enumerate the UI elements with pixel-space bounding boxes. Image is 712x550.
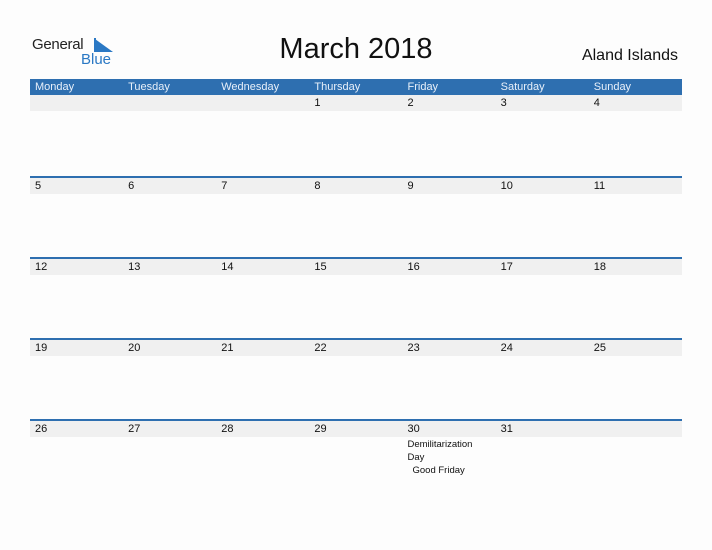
day-number: 31 [500, 423, 513, 435]
day-cell: 12 [30, 259, 123, 275]
day-number: 16 [407, 261, 420, 273]
day-cell: 2 [403, 95, 496, 111]
day-cell: 31 [496, 421, 589, 477]
day-cell: 23 [403, 340, 496, 356]
day-cell: 15 [309, 259, 402, 275]
day-number: 5 [35, 180, 42, 192]
week-cells: 5 6 7 8 9 10 11 [30, 178, 682, 194]
weekday-header: Monday Tuesday Wednesday Thursday Friday… [30, 79, 682, 95]
day-cell: 4 [589, 95, 682, 111]
weekday-thursday: Thursday [314, 81, 361, 93]
holiday-event: Demilitarization Day [407, 439, 473, 463]
day-cell: 19 [30, 340, 123, 356]
weekday-saturday: Saturday [500, 81, 545, 93]
day-number: 20 [128, 342, 141, 354]
day-cell: 22 [309, 340, 402, 356]
day-number: 27 [128, 423, 141, 435]
day-cell: 3 [496, 95, 589, 111]
day-cell: 16 [403, 259, 496, 275]
day-number: 13 [128, 261, 141, 273]
day-cell: 21 [216, 340, 309, 356]
weekday-tuesday: Tuesday [128, 81, 170, 93]
day-cell: 18 [589, 259, 682, 275]
day-number: 15 [314, 261, 327, 273]
day-cell: 27 [123, 421, 216, 477]
day-number: 22 [314, 342, 327, 354]
holiday-event: Good Friday [412, 465, 465, 476]
week-cells: 1 2 3 4 [30, 95, 682, 111]
day-cell [123, 95, 216, 111]
day-cell: 24 [496, 340, 589, 356]
day-cell [589, 421, 682, 477]
day-cell [216, 95, 309, 111]
weekday-sunday: Sunday [593, 81, 632, 93]
day-cell: 29 [309, 421, 402, 477]
day-cell: 7 [216, 178, 309, 194]
day-cell: 11 [589, 178, 682, 194]
day-cell: 13 [123, 259, 216, 275]
day-cell: 5 [30, 178, 123, 194]
day-number [128, 95, 216, 111]
day-number: 29 [314, 423, 327, 435]
day-number: 1 [314, 97, 321, 109]
week-row: 1 2 3 4 [30, 95, 682, 176]
week-cells: 12 13 14 15 16 17 18 [30, 259, 682, 275]
day-number: 11 [593, 180, 606, 192]
day-cell: 6 [123, 178, 216, 194]
day-cell: 8 [309, 178, 402, 194]
weeks-container: 1 2 3 4 5 6 7 8 9 10 11 12 13 14 15 16 17 18 19 20 21 22 23 24 2… [30, 95, 682, 500]
week-row: 26 27 28 29 30 Demilitarization Day Good Frida… [30, 419, 682, 500]
weekday-friday: Friday [407, 81, 439, 93]
week-row: 5 6 7 8 9 10 11 [30, 176, 682, 257]
week-row: 19 20 21 22 23 24 25 [30, 338, 682, 419]
country-name: Aland Islands [581, 47, 678, 64]
weekday-monday: Monday [35, 81, 75, 93]
day-number: 17 [500, 261, 513, 273]
calendar-grid: Monday Tuesday Wednesday Thursday Friday… [30, 79, 682, 500]
day-cell: 17 [496, 259, 589, 275]
day-cell [30, 95, 123, 111]
day-number [35, 95, 123, 111]
day-cell: 26 [30, 421, 123, 477]
weekday-wednesday: Wednesday [221, 81, 280, 93]
day-number: 21 [221, 342, 234, 354]
day-number: 19 [35, 342, 48, 354]
day-number: 12 [35, 261, 48, 273]
day-number: 9 [407, 180, 414, 192]
day-number: 30 [407, 423, 420, 435]
day-number: 25 [593, 342, 606, 354]
day-cell: 28 [216, 421, 309, 477]
day-cell: 9 [403, 178, 496, 194]
day-cell: 30 Demilitarization Day Good Friday [403, 421, 496, 477]
day-number: 14 [221, 261, 234, 273]
day-cell: 20 [123, 340, 216, 356]
day-number: 28 [221, 423, 234, 435]
day-number: 26 [35, 423, 48, 435]
week-cells: 19 20 21 22 23 24 25 [30, 340, 682, 356]
day-number: 2 [407, 97, 414, 109]
day-number: 24 [500, 342, 513, 354]
week-cells: 26 27 28 29 30 Demilitarization Day Good Frida… [30, 421, 682, 477]
day-number: 18 [593, 261, 606, 273]
day-cell: 10 [496, 178, 589, 194]
day-cell: 1 [309, 95, 402, 111]
day-number: 10 [500, 180, 513, 192]
day-number: 7 [221, 180, 228, 192]
day-number [594, 421, 682, 437]
day-number: 23 [407, 342, 420, 354]
day-cell: 14 [216, 259, 309, 275]
week-row: 12 13 14 15 16 17 18 [30, 257, 682, 338]
day-number: 4 [593, 97, 600, 109]
day-number: 8 [314, 180, 321, 192]
day-number [221, 95, 309, 111]
day-cell: 25 [589, 340, 682, 356]
day-number: 6 [128, 180, 135, 192]
day-number: 3 [500, 97, 507, 109]
